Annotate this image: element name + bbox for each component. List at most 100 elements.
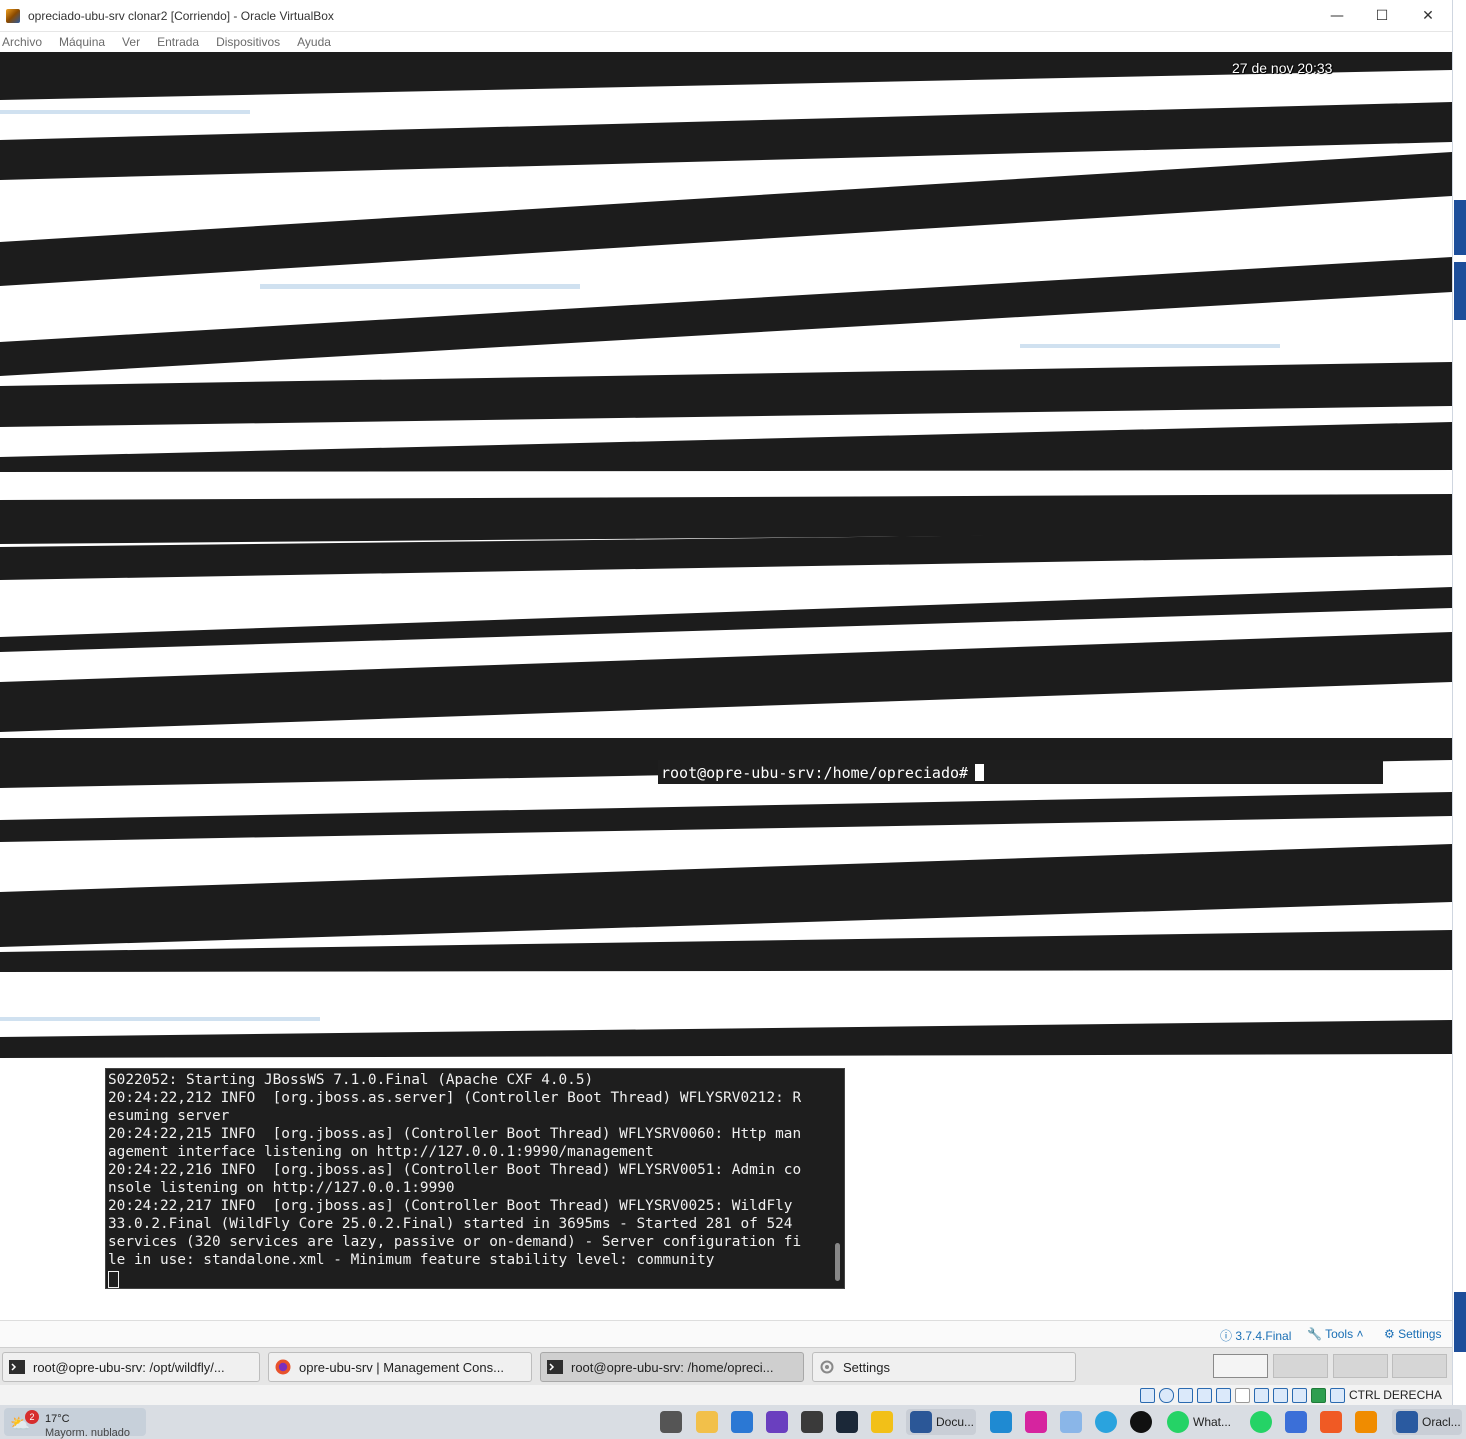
menubar: Archivo Máquina Ver Entrada Dispositivos…	[0, 32, 1452, 52]
tools-menu[interactable]: 🔧 Tools ˄	[1307, 1327, 1363, 1341]
workspace-2[interactable]	[1273, 1354, 1328, 1378]
vscode-icon[interactable]	[990, 1409, 1012, 1435]
rockstar-icon[interactable]	[871, 1409, 893, 1435]
terminal-line: le in use: standalone.xml - Minimum feat…	[108, 1252, 715, 1268]
menu-ver[interactable]: Ver	[122, 35, 140, 49]
visual-studio-icon[interactable]	[766, 1409, 788, 1435]
whatsapp-icon[interactable]	[1250, 1409, 1272, 1435]
network-icon[interactable]	[1197, 1388, 1212, 1403]
terminal-icon	[547, 1360, 563, 1374]
terminal-line: esuming server	[108, 1108, 230, 1124]
terminal-line: 20:24:22,216 INFO [org.jboss.as] (Contro…	[108, 1162, 802, 1178]
terminal-window[interactable]: S022052: Starting JBossWS 7.1.0.Final (A…	[105, 1068, 845, 1289]
terminal-line: 20:24:22,215 INFO [org.jboss.as] (Contro…	[108, 1126, 802, 1142]
unity-icon[interactable]	[801, 1409, 823, 1435]
taskbar-firefox[interactable]: opre-ubu-srv | Management Cons...	[268, 1352, 532, 1382]
cpu-icon[interactable]	[1292, 1388, 1307, 1403]
workspace-3[interactable]	[1333, 1354, 1388, 1378]
minimize-button[interactable]: —	[1314, 0, 1360, 31]
virtualbox-icon	[6, 8, 20, 23]
steam-icon[interactable]	[836, 1409, 858, 1435]
taskbar-label: Settings	[843, 1359, 890, 1375]
shared-folders-icon[interactable]	[1235, 1388, 1250, 1403]
firefox-icon	[275, 1359, 291, 1375]
version-label: 3.7.4.Final	[1235, 1329, 1292, 1343]
virtualbox-app[interactable]: Oracl...	[1392, 1409, 1462, 1435]
instagram-icon[interactable]	[1025, 1409, 1047, 1435]
terminal-line: 20:24:22,212 INFO [org.jboss.as.server] …	[108, 1090, 802, 1106]
terminal-line: nsole listening on http://127.0.0.1:9990	[108, 1180, 455, 1196]
weather-badge: 2	[25, 1410, 39, 1424]
weather-widget[interactable]: ⛅ 2 17°C Mayorm. nublado	[4, 1408, 146, 1439]
brave-icon[interactable]	[1320, 1409, 1342, 1435]
terminal-line: services (320 services are lazy, passive…	[108, 1234, 802, 1250]
office-icon[interactable]	[1355, 1409, 1377, 1435]
recording-icon[interactable]	[1273, 1388, 1288, 1403]
menu-archivo[interactable]: Archivo	[2, 35, 42, 49]
wrench-icon: 🔧	[1307, 1327, 1322, 1341]
mouse-integration-icon[interactable]	[1311, 1388, 1326, 1403]
guest-taskbar: root@opre-ubu-srv: /opt/wildfly/... opre…	[0, 1347, 1452, 1386]
word-icon	[910, 1411, 932, 1433]
info-icon: ⓘ	[1220, 1329, 1233, 1343]
optical-drive-icon[interactable]	[1159, 1388, 1174, 1403]
weather-desc: Mayorm. nublado	[45, 1427, 130, 1439]
guest-clock: 27 de nov 20:33	[1232, 60, 1333, 76]
shell-prompt[interactable]: root@opre-ubu-srv:/home/opreciado#	[661, 764, 977, 782]
taskbar-label: root@opre-ubu-srv: /opt/wildfly/...	[33, 1359, 225, 1375]
settings-icon	[820, 1360, 834, 1374]
window-right-edge	[1452, 0, 1466, 1405]
audio-icon[interactable]	[1178, 1388, 1193, 1403]
virtualbox-label: Oracl...	[1422, 1415, 1461, 1429]
terminal-icon	[9, 1360, 25, 1374]
whatsapp-chat-label: What...	[1193, 1415, 1232, 1429]
telegram-icon[interactable]	[1095, 1409, 1117, 1435]
host-taskbar: ⛅ 2 17°C Mayorm. nublado Docu... What...…	[0, 1405, 1466, 1439]
terminal-output: S022052: Starting JBossWS 7.1.0.Final (A…	[106, 1069, 844, 1288]
settings-link[interactable]: ⚙ Settings	[1384, 1327, 1441, 1341]
menu-dispositivos[interactable]: Dispositivos	[216, 35, 280, 49]
terminal-line: S022052: Starting JBossWS 7.1.0.Final (A…	[108, 1072, 594, 1088]
gears-icon: ⚙	[1384, 1327, 1395, 1341]
taskbar-terminal-wildfly[interactable]: root@opre-ubu-srv: /opt/wildfly/...	[2, 1352, 260, 1382]
folder-icon[interactable]	[696, 1409, 718, 1435]
terminal-line: 33.0.2.Final (WildFly Core 25.0.2.Final)…	[108, 1216, 793, 1232]
whatsapp-chat-icon	[1167, 1411, 1189, 1433]
vm-display[interactable]: 27 de nov 20:33 root@opre-ubu-srv:/home/…	[0, 52, 1452, 1320]
tools-label: Tools	[1325, 1327, 1354, 1341]
threads-icon[interactable]	[1130, 1409, 1152, 1435]
word-label: Docu...	[936, 1415, 975, 1429]
arc-icon[interactable]	[1285, 1409, 1307, 1435]
whatsapp-chat-app[interactable]: What...	[1167, 1409, 1237, 1435]
taskbar-label: opre-ubu-srv | Management Cons...	[299, 1359, 504, 1375]
virtualbox-small-icon[interactable]	[1060, 1409, 1082, 1435]
terminal-line: agement interface listening on http://12…	[108, 1144, 654, 1160]
menu-entrada[interactable]: Entrada	[157, 35, 199, 49]
window-titlebar: opreciado-ubu-srv clonar2 [Corriendo] - …	[0, 0, 1452, 32]
word-app[interactable]: Docu...	[906, 1409, 976, 1435]
terminal-scrollbar[interactable]	[835, 1243, 840, 1281]
workspace-1[interactable]	[1213, 1354, 1268, 1378]
host-key-label: CTRL DERECHA	[1349, 1388, 1442, 1402]
settings-label: Settings	[1398, 1327, 1442, 1341]
taskbar-label: root@opre-ubu-srv: /home/opreci...	[571, 1359, 774, 1375]
vbox-statusbar: CTRL DERECHA	[0, 1385, 1452, 1405]
workspace-4[interactable]	[1392, 1354, 1447, 1378]
store-icon[interactable]	[731, 1409, 753, 1435]
taskbar-terminal-home[interactable]: root@opre-ubu-srv: /home/opreci...	[540, 1352, 804, 1382]
maximize-button[interactable]: ☐	[1359, 0, 1405, 31]
taskbar-settings[interactable]: Settings	[812, 1352, 1076, 1382]
file-explorer-icon[interactable]	[660, 1409, 682, 1435]
version-link[interactable]: ⓘ 3.7.4.Final	[1220, 1327, 1291, 1344]
display-icon[interactable]	[1254, 1388, 1269, 1403]
terminal-line: 20:24:22,217 INFO [org.jboss.as] (Contro…	[108, 1198, 793, 1214]
menu-maquina[interactable]: Máquina	[59, 35, 105, 49]
console-footer: ⓘ 3.7.4.Final 🔧 Tools ˄ ⚙ Settings	[0, 1320, 1452, 1347]
window-title: opreciado-ubu-srv clonar2 [Corriendo] - …	[28, 8, 334, 23]
menu-ayuda[interactable]: Ayuda	[297, 35, 331, 49]
usb-icon[interactable]	[1216, 1388, 1231, 1403]
virtualbox-taskbar-icon	[1396, 1411, 1418, 1433]
hard-disk-icon[interactable]	[1140, 1388, 1155, 1403]
keyboard-icon[interactable]	[1330, 1388, 1345, 1403]
close-button[interactable]: ✕	[1405, 0, 1451, 31]
